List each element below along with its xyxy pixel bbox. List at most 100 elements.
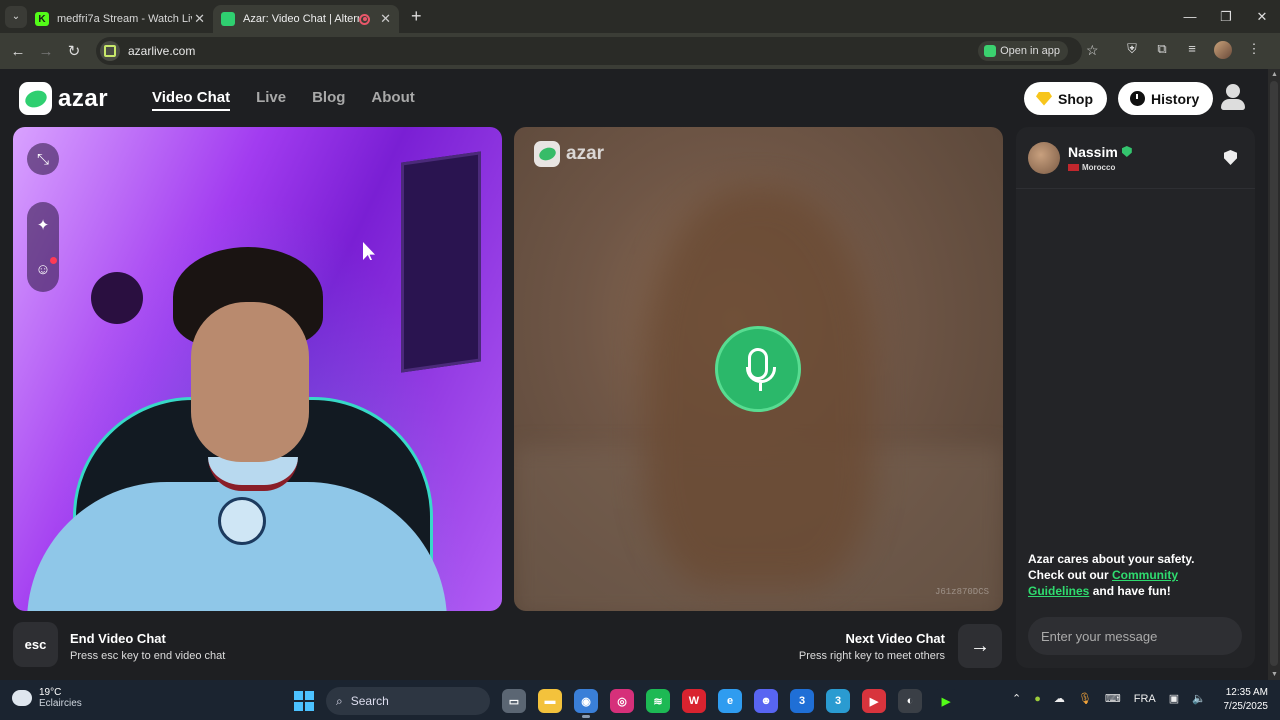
onedrive-icon[interactable]: ☁ — [1054, 692, 1065, 705]
history-button[interactable]: History — [1118, 82, 1214, 115]
tab-title: Azar: Video Chat | Alternati — [243, 13, 359, 25]
tray-app-icon[interactable]: ● — [1034, 693, 1041, 705]
language-indicator[interactable]: FRA — [1134, 693, 1156, 705]
azar-logo-icon — [534, 141, 560, 167]
temperature: 19°C — [39, 687, 62, 698]
more-menu-icon[interactable]: ⋮ — [1246, 41, 1262, 57]
taskbar-apps: ⌕ Search ▭ ▬ ◉ ◎ ≋ W e ☻ 3 3 ▶ ◐ ▶ — [294, 687, 958, 718]
minimize-icon[interactable]: — — [1172, 0, 1208, 33]
extensions-puzzle-icon[interactable]: ⧉ — [1154, 41, 1170, 57]
microphone-button[interactable] — [715, 326, 801, 412]
scroll-up-icon[interactable]: ▲ — [1271, 71, 1278, 78]
close-tab-icon[interactable]: ✕ — [194, 11, 205, 27]
nav-about[interactable]: About — [371, 89, 414, 111]
close-tab-icon[interactable]: ✕ — [380, 11, 391, 27]
media-control-icon[interactable]: ≡ — [1184, 41, 1200, 57]
site-info-icon[interactable] — [100, 41, 120, 61]
forward-icon[interactable]: → — [32, 43, 60, 60]
main-nav: Video Chat Live Blog About — [152, 89, 415, 111]
shop-button[interactable]: Shop — [1024, 82, 1107, 115]
weather-widget[interactable]: 19°C Eclaircies — [9, 686, 82, 709]
profile-avatar-icon[interactable] — [1214, 41, 1232, 59]
arrow-right-icon: → — [970, 634, 990, 657]
scroll-thumb[interactable] — [1270, 81, 1278, 666]
browser-toolbar: ← → ↻ azarlive.com Open in app ☆ ⛨ ⧉ ≡ ⋮ — [0, 33, 1280, 69]
discord-icon[interactable]: ☻ — [754, 689, 778, 713]
tab-search-button[interactable]: ⌄ — [5, 5, 27, 28]
obs-icon[interactable]: ◐ — [898, 689, 922, 713]
instagram-icon[interactable]: ◎ — [610, 689, 634, 713]
partner-country: Morocco — [1068, 163, 1132, 172]
windows-start-icon[interactable] — [294, 691, 314, 711]
tab-title: medfri7a Stream - Watch Live o — [57, 13, 192, 25]
scroll-down-icon[interactable]: ▼ — [1271, 671, 1278, 678]
open-in-app-label: Open in app — [1000, 45, 1060, 57]
taskbar-clock[interactable]: 12:35 AM 7/25/2025 — [1224, 686, 1269, 714]
maximize-icon[interactable]: ❐ — [1208, 0, 1244, 33]
close-window-icon[interactable]: ✕ — [1244, 0, 1280, 33]
file-explorer-icon[interactable]: ▬ — [538, 689, 562, 713]
weather-condition: Eclaircies — [39, 698, 82, 709]
reload-icon[interactable]: ↻ — [60, 42, 88, 60]
clock-time: 12:35 AM — [1225, 687, 1268, 698]
chat-header: Nassim Morocco — [1016, 127, 1255, 189]
back-icon[interactable]: ← — [4, 43, 32, 60]
taskbar-search[interactable]: ⌕ Search — [326, 687, 490, 715]
search-icon: ⌕ — [336, 693, 343, 708]
wall-poster — [401, 151, 481, 373]
next-chat-button[interactable]: → — [958, 624, 1002, 668]
page-scrollbar[interactable]: ▲ ▼ — [1268, 69, 1280, 680]
person-head — [191, 302, 309, 462]
chrome-icon[interactable]: ◉ — [574, 689, 598, 718]
spotify-icon[interactable]: ≋ — [646, 689, 670, 713]
chat-panel: Nassim Morocco Azar cares about your saf… — [1016, 127, 1255, 668]
app-3-icon[interactable]: 3 — [790, 689, 814, 713]
microphone-icon-stem — [759, 383, 762, 391]
nav-live[interactable]: Live — [256, 89, 286, 111]
minimize-video-button[interactable]: ⤡ — [27, 143, 59, 175]
history-label: History — [1151, 90, 1200, 107]
kick-icon[interactable]: ▶ — [934, 689, 958, 713]
app-red-icon[interactable]: ▶ — [862, 689, 886, 713]
recording-indicator-icon — [359, 13, 371, 25]
task-view-icon[interactable]: ▭ — [502, 689, 526, 713]
microphone-tray-icon[interactable]: 🎙 — [1078, 692, 1092, 705]
user-icon — [1226, 84, 1240, 98]
nav-blog[interactable]: Blog — [312, 89, 345, 111]
safety-text-end: and have fun! — [1089, 584, 1171, 598]
azar-favicon-icon — [221, 12, 235, 26]
open-in-app-button[interactable]: Open in app — [978, 41, 1068, 61]
tray-overflow-icon[interactable]: ⌃ — [1012, 692, 1021, 705]
effects-toolbar: ✦ ☺ — [27, 202, 59, 292]
address-bar[interactable]: azarlive.com Open in app — [96, 37, 1082, 65]
face-filter-icon[interactable]: ☺ — [35, 257, 57, 278]
wps-office-icon[interactable]: W — [682, 689, 706, 713]
bookmark-star-icon[interactable]: ☆ — [1086, 42, 1099, 59]
sparkle-effects-icon[interactable]: ✦ — [37, 216, 50, 234]
azar-page: azar Video Chat Live Blog About Shop His… — [0, 69, 1268, 680]
next-chat-hint: Press right key to meet others — [798, 650, 945, 662]
edge-icon[interactable]: e — [718, 689, 742, 713]
end-chat-button[interactable]: esc — [13, 622, 58, 667]
keyboard-icon[interactable]: ⌨ — [1105, 692, 1121, 705]
app-3b-icon[interactable]: 3 — [826, 689, 850, 713]
microphone-icon-cup — [746, 367, 776, 383]
url-text[interactable]: azarlive.com — [128, 44, 195, 58]
nav-video-chat[interactable]: Video Chat — [152, 89, 231, 111]
logo-wordmark: azar — [58, 84, 109, 112]
message-input[interactable] — [1028, 617, 1242, 655]
tab-medfri7a[interactable]: K medfri7a Stream - Watch Live o ✕ — [27, 5, 213, 33]
volume-icon[interactable]: 🔈 — [1192, 692, 1206, 705]
kick-favicon-icon: K — [35, 12, 49, 26]
new-tab-button[interactable]: + — [411, 6, 422, 27]
peer-id: J61z870DCS — [934, 587, 989, 597]
partner-avatar[interactable] — [1028, 141, 1060, 174]
notification-dot — [49, 257, 57, 265]
report-shield-icon[interactable] — [1224, 150, 1237, 165]
azar-logo[interactable]: azar — [19, 82, 108, 115]
tab-azar[interactable]: Azar: Video Chat | Alternati ✕ — [213, 5, 399, 33]
network-icon[interactable]: ▣ — [1169, 692, 1179, 705]
shield-extension-icon[interactable]: ⛨ — [1124, 41, 1140, 57]
wall-disc — [91, 272, 143, 324]
user-profile-button[interactable] — [1218, 82, 1248, 115]
